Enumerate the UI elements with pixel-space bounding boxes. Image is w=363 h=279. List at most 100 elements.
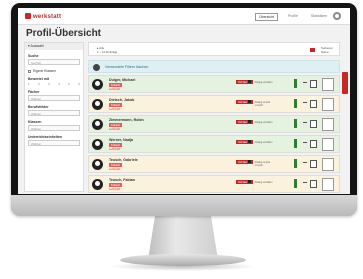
badge-icon xyxy=(248,100,252,103)
role-badge: Schüler xyxy=(236,120,254,124)
dialog-status: Dialog erhalten xyxy=(255,141,273,144)
nav-item-profiles[interactable]: Profile xyxy=(285,13,301,21)
sort-line: Name xyxy=(320,50,329,54)
minus-icon[interactable] xyxy=(303,142,307,143)
dialog-status: Dialog erhalten xyxy=(255,181,273,184)
select-checkbox[interactable] xyxy=(322,178,334,191)
main-nav: Übersicht Profile Statistiken xyxy=(255,13,330,21)
student-name[interactable]: Teusch, Fabian xyxy=(109,178,135,182)
classes-select[interactable]: Wählen xyxy=(28,125,80,131)
dialog-status: Dialog erhalten xyxy=(255,121,273,124)
subjects-select[interactable]: Wählen xyxy=(28,95,80,101)
units-select[interactable]: Wählen xyxy=(28,140,80,146)
progress-indicator xyxy=(294,179,297,188)
grade-option[interactable]: 5 xyxy=(68,82,70,86)
calendar-icon[interactable] xyxy=(310,80,317,88)
page-title: Profil-Übersicht xyxy=(26,28,102,39)
calendar-icon[interactable] xyxy=(310,140,317,148)
profile-list: ▸ Alle 1 – 10 Einträge Sortieren Name Verw… xyxy=(88,42,340,194)
logo-icon xyxy=(25,13,31,19)
calendar-icon[interactable] xyxy=(310,100,317,108)
role-badge: Schüler xyxy=(236,160,254,164)
role-tag: Lehrkraft xyxy=(109,167,121,171)
role-badge: Schüler xyxy=(236,100,254,104)
search-input[interactable]: Suchen xyxy=(28,59,80,65)
filter-icon[interactable] xyxy=(310,48,315,52)
grade-option[interactable]: 3 xyxy=(48,82,50,86)
gear-icon[interactable] xyxy=(333,12,341,20)
dialog-status: Dialog wurde erstellt xyxy=(255,161,271,168)
progress-indicator xyxy=(294,139,297,148)
student-name[interactable]: Teusch, Gabriele xyxy=(109,158,138,162)
sort-select[interactable]: Sortieren Name xyxy=(321,46,333,54)
list-toolbar: ▸ Alle 1 – 10 Einträge Sortieren Name xyxy=(88,42,340,56)
minus-icon[interactable] xyxy=(303,122,307,123)
table-row[interactable]: Zimmermann, Robin Kritisch Lehrkraft Schüle… xyxy=(88,115,340,133)
badge-icon xyxy=(248,140,252,143)
role-tag: Lehrkraft xyxy=(109,107,121,111)
avatar xyxy=(92,119,103,130)
badge-label: Schüler xyxy=(238,180,248,184)
monitor-stand-base xyxy=(120,254,246,266)
checkbox-icon xyxy=(28,69,31,73)
dialog-status: Dialog wurde erstellt xyxy=(255,101,271,108)
progress-indicator xyxy=(294,119,297,128)
table-row[interactable]: Werner, Nadja Kritisch Lehrkraft Schüler Dia… xyxy=(88,135,340,153)
users-icon xyxy=(93,64,100,71)
list-range[interactable]: ▸ Alle 1 – 10 Einträge xyxy=(97,46,117,54)
filter-banner[interactable]: Verwendete Filtern löschen xyxy=(88,60,340,73)
student-name[interactable]: Dulger, Michael xyxy=(109,78,135,82)
grade-option[interactable]: 6 xyxy=(78,82,80,86)
minus-icon[interactable] xyxy=(303,182,307,183)
select-checkbox[interactable] xyxy=(322,98,334,111)
calendar-icon[interactable] xyxy=(310,120,317,128)
badge-label: Schüler xyxy=(238,80,248,84)
dialog-status: Dialog erhalten xyxy=(255,81,273,84)
nav-item-statistics[interactable]: Statistiken xyxy=(308,13,330,21)
table-row[interactable]: Teusch, Gabriele Kritisch Lehrkraft Schüler… xyxy=(88,155,340,173)
app-logo[interactable]: werkstatt xyxy=(25,13,61,20)
badge-icon xyxy=(248,180,252,183)
student-name[interactable]: Zimmermann, Robin xyxy=(109,118,144,122)
minus-icon[interactable] xyxy=(303,162,307,163)
badge-label: Schüler xyxy=(238,100,248,104)
table-row[interactable]: Dulger, Michael Kritisch Lehrkraft Schüler D… xyxy=(88,75,340,93)
nav-item-overview[interactable]: Übersicht xyxy=(255,13,278,21)
fields-label: Berufsfelder xyxy=(28,105,49,109)
table-row[interactable]: Teusch, Fabian Kritisch Lehrkraft Schüler Di… xyxy=(88,175,340,193)
checkbox-label: Eigene Klassen xyxy=(33,69,56,73)
rows-container: Dulger, Michael Kritisch Lehrkraft Schüler D… xyxy=(88,75,340,194)
grade-option[interactable]: 2 xyxy=(38,82,40,86)
table-row[interactable]: Dietsch, Jakob Kritisch Lehrkraft Schüler Di… xyxy=(88,95,340,113)
minus-icon[interactable] xyxy=(303,102,307,103)
badge-label: Schüler xyxy=(238,160,248,164)
avatar xyxy=(92,159,103,170)
student-name[interactable]: Dietsch, Jakob xyxy=(109,98,134,102)
feedback-tab[interactable] xyxy=(342,72,348,94)
progress-indicator xyxy=(294,159,297,168)
grade-scale[interactable]: 1 2 3 4 5 6 xyxy=(28,82,80,86)
calendar-icon[interactable] xyxy=(310,180,317,188)
progress-indicator xyxy=(294,99,297,108)
units-label: Unterrichtseinheiten xyxy=(28,135,63,139)
grade-option[interactable]: 4 xyxy=(58,82,60,86)
badge-icon xyxy=(248,120,252,123)
avatar xyxy=(92,179,103,190)
grade-option[interactable]: 1 xyxy=(28,82,30,86)
student-name[interactable]: Werner, Nadja xyxy=(109,138,133,142)
select-checkbox[interactable] xyxy=(322,78,334,91)
own-classes-checkbox[interactable]: Eigene Klassen xyxy=(28,69,80,73)
select-checkbox[interactable] xyxy=(322,138,334,151)
select-checkbox[interactable] xyxy=(322,158,334,171)
monitor-chin xyxy=(11,195,357,216)
role-tag: Lehrkraft xyxy=(109,147,121,151)
sidebar-header[interactable]: ▾ Auswahl xyxy=(25,43,83,50)
avatar xyxy=(92,79,103,90)
filter-sidebar: ▾ Auswahl Suche Suchen Eigene Klassen Be… xyxy=(24,42,84,192)
fields-select[interactable]: Wählen xyxy=(28,110,80,116)
badge-label: Schüler xyxy=(238,120,248,124)
select-checkbox[interactable] xyxy=(322,118,334,131)
role-badge: Schüler xyxy=(236,140,254,144)
minus-icon[interactable] xyxy=(303,82,307,83)
calendar-icon[interactable] xyxy=(310,160,317,168)
